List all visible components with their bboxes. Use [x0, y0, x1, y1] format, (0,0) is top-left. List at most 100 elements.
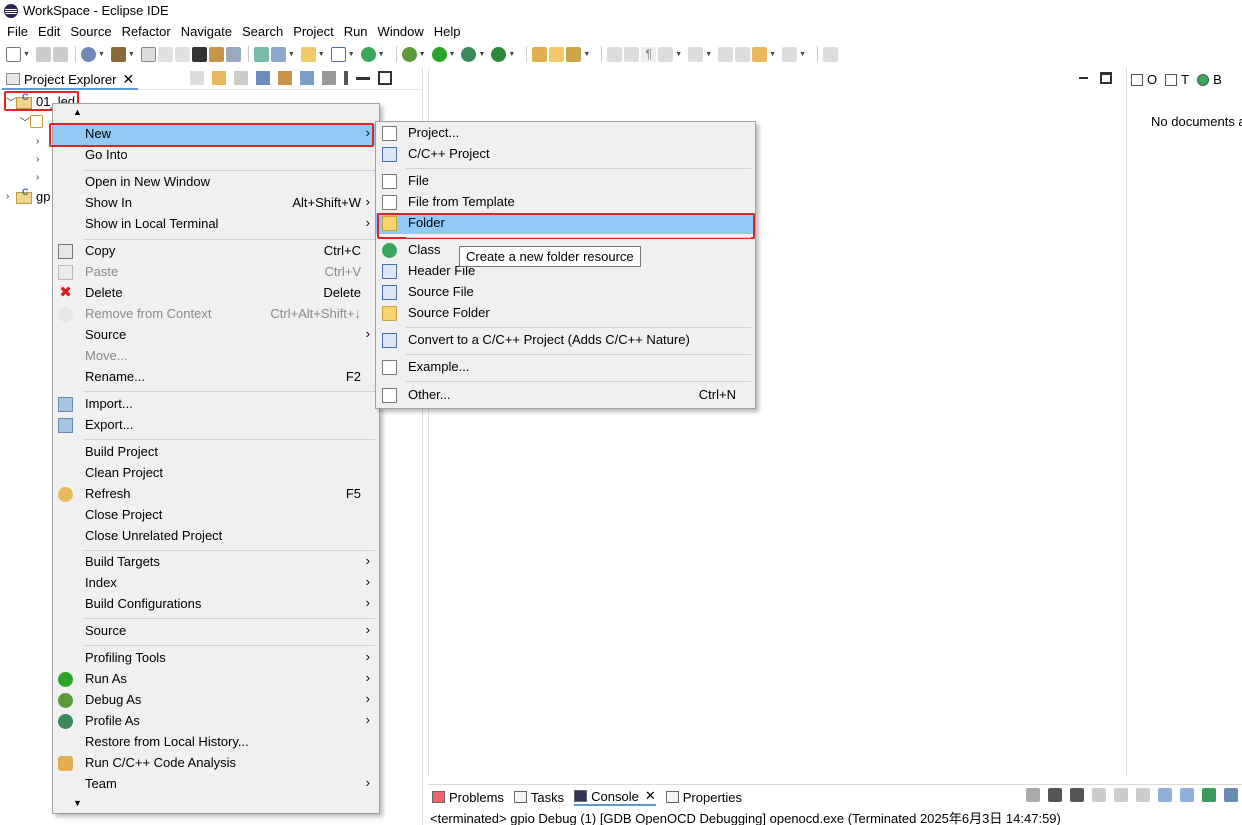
dropdown-arrow-icon[interactable]: ▼ — [799, 51, 806, 58]
new-folder-button[interactable]: ▼ — [300, 46, 329, 62]
menu-item-index[interactable]: Index › — [53, 573, 379, 594]
new-wizard-button[interactable]: ▼ — [6, 46, 34, 62]
submenu-item-convert-cpp[interactable]: Convert to a C/C++ Project (Adds C/C++ N… — [376, 330, 755, 351]
menu-item-import[interactable]: Import... — [53, 394, 379, 415]
settings-icon[interactable] — [322, 71, 336, 85]
save-button[interactable] — [35, 46, 51, 62]
external-tools-button[interactable]: ▼ — [491, 46, 519, 62]
menu-item-profiling-tools[interactable]: Profiling Tools › — [53, 648, 379, 669]
block-button[interactable] — [624, 46, 640, 62]
menu-item-close-project[interactable]: Close Project — [53, 505, 379, 526]
menu-item-go-into[interactable]: Go Into — [53, 145, 379, 166]
tab-project-explorer[interactable]: Project Explorer ✕ — [2, 70, 139, 90]
tab-console[interactable]: Console ✕ — [574, 788, 656, 806]
last-edit-button[interactable] — [718, 46, 734, 62]
menu-item-paste[interactable]: Paste Ctrl+V — [53, 262, 379, 283]
dropdown-arrow-icon[interactable]: ▼ — [23, 51, 30, 58]
build-button[interactable]: ▼ — [110, 46, 139, 62]
new-project-button[interactable]: ▼ — [270, 46, 299, 62]
remove-launch-icon[interactable] — [1048, 788, 1062, 802]
scroll-down-icon[interactable]: ▼ — [73, 798, 82, 808]
new-class-button[interactable]: ▼ — [360, 46, 389, 62]
menu-item-open-new-window[interactable]: Open in New Window — [53, 172, 379, 193]
tree-item-child[interactable]: › — [36, 132, 46, 150]
submenu-item-source-file[interactable]: Source File — [376, 282, 755, 303]
menu-refactor[interactable]: Refactor — [117, 24, 176, 39]
tab-properties[interactable]: Properties — [665, 790, 742, 805]
menu-item-team[interactable]: Team › — [53, 774, 379, 795]
menu-file[interactable]: File — [2, 24, 33, 39]
menu-item-export[interactable]: Export... — [53, 415, 379, 436]
show-on-error-icon[interactable] — [1180, 788, 1194, 802]
word-wrap-icon[interactable] — [1136, 788, 1150, 802]
build-config-button[interactable]: ▼ — [80, 46, 109, 62]
dropdown-arrow-icon[interactable]: ▼ — [769, 51, 776, 58]
menu-item-refresh[interactable]: Refresh F5 — [53, 484, 379, 505]
terminal-button[interactable] — [191, 46, 207, 62]
next-annotation-button[interactable]: ▼ — [658, 46, 686, 62]
open-folder-button[interactable] — [549, 46, 565, 62]
chevron-right-icon[interactable]: › — [36, 136, 46, 147]
back-button[interactable]: ▼ — [752, 46, 780, 62]
menu-item-source-2[interactable]: Source › — [53, 621, 379, 642]
save-all-button[interactable] — [52, 46, 68, 62]
dropdown-arrow-icon[interactable]: ▼ — [348, 51, 355, 58]
back-arrow-icon[interactable] — [190, 71, 204, 85]
minimize-icon[interactable] — [1078, 72, 1090, 84]
terminate-icon[interactable] — [1026, 788, 1040, 802]
menu-item-clean-project[interactable]: Clean Project — [53, 463, 379, 484]
chevron-right-icon[interactable]: › — [36, 172, 46, 183]
submenu-item-cpp-project[interactable]: C/C++ Project — [376, 144, 755, 165]
tab-outline[interactable]: O — [1131, 72, 1157, 87]
submenu-item-other[interactable]: Other... Ctrl+N — [376, 385, 755, 406]
scroll-lock-icon[interactable] — [1114, 788, 1128, 802]
submenu-item-example[interactable]: Example... — [376, 357, 755, 378]
menu-item-delete[interactable]: ✖ Delete Delete — [53, 283, 379, 304]
chevron-right-icon[interactable]: › — [6, 191, 16, 202]
menu-item-debug-as[interactable]: Debug As › — [53, 690, 379, 711]
menu-help[interactable]: Help — [429, 24, 466, 39]
tree-item-project[interactable]: › gp — [6, 187, 50, 205]
close-icon[interactable]: ✕ — [645, 788, 656, 804]
menu-item-copy[interactable]: Copy Ctrl+C — [53, 241, 379, 262]
wand-button[interactable]: ▼ — [566, 46, 594, 62]
tab-problems[interactable]: Problems — [432, 790, 504, 805]
forward-button[interactable]: ▼ — [782, 46, 810, 62]
pin-editor-button[interactable] — [823, 46, 838, 62]
collapse-all-icon[interactable] — [256, 71, 270, 85]
menu-item-restore-history[interactable]: Restore from Local History... — [53, 732, 379, 753]
pin-console-icon[interactable] — [1202, 788, 1216, 802]
menu-window[interactable]: Window — [373, 24, 429, 39]
menu-item-rename[interactable]: Rename... F2 — [53, 367, 379, 388]
dropdown-arrow-icon[interactable]: ▼ — [98, 51, 105, 58]
undo-button[interactable] — [157, 46, 173, 62]
submenu-item-file-from-template[interactable]: File from Template — [376, 192, 755, 213]
chevron-right-icon[interactable]: › — [36, 154, 46, 165]
dropdown-arrow-icon[interactable]: ▼ — [508, 51, 515, 58]
filter-icon[interactable] — [300, 71, 314, 85]
menu-item-show-local-terminal[interactable]: Show in Local Terminal › — [53, 214, 379, 235]
link-editor-icon[interactable] — [278, 71, 292, 85]
dropdown-arrow-icon[interactable]: ▼ — [675, 51, 682, 58]
tree-item-child[interactable]: › — [36, 168, 46, 186]
menu-item-build-targets[interactable]: Build Targets › — [53, 552, 379, 573]
menu-item-run-code-analysis[interactable]: Run C/C++ Code Analysis — [53, 753, 379, 774]
tab-task-list[interactable]: T — [1165, 72, 1189, 87]
menu-source[interactable]: Source — [65, 24, 116, 39]
menu-item-profile-as[interactable]: Profile As › — [53, 711, 379, 732]
menu-project[interactable]: Project — [288, 24, 338, 39]
whitespace-button[interactable]: ¶ — [641, 46, 657, 62]
profile-button[interactable]: ▼ — [461, 46, 489, 62]
remove-all-icon[interactable] — [1070, 788, 1084, 802]
annotation-button[interactable] — [607, 46, 623, 62]
dropdown-arrow-icon[interactable]: ▼ — [583, 51, 590, 58]
chevron-down-icon[interactable]: ﹀ — [20, 114, 30, 129]
dropdown-arrow-icon[interactable]: ▼ — [449, 51, 456, 58]
search-button[interactable] — [225, 46, 241, 62]
dropdown-arrow-icon[interactable]: ▼ — [318, 51, 325, 58]
menu-item-build-project[interactable]: Build Project — [53, 442, 379, 463]
tree-item-child[interactable]: ﹀ — [20, 112, 43, 130]
home-icon[interactable] — [234, 71, 248, 85]
run-button[interactable]: ▼ — [431, 46, 460, 62]
minimize-icon[interactable] — [356, 76, 370, 80]
